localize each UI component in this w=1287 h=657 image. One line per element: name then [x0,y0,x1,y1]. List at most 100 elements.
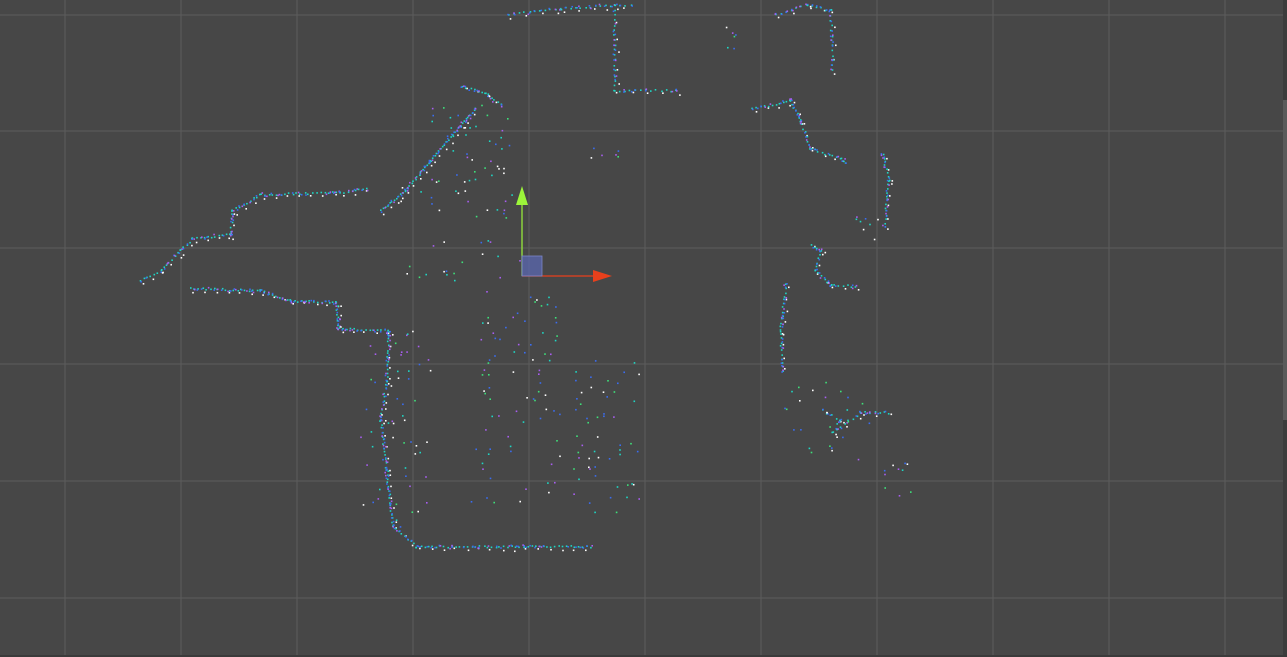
scan-point [799,5,801,8]
scan-point [386,363,389,366]
scan-point [507,13,509,16]
scan-point [792,103,795,106]
scan-point [494,337,497,340]
scan-point [399,530,401,532]
scan-point [486,209,489,211]
x-axis-arrow-icon[interactable] [593,270,612,282]
scan-point [395,521,398,523]
scan-point [654,89,657,91]
scan-point [570,545,573,547]
scan-point [268,291,270,294]
scan-point [466,116,469,119]
scan-point [140,281,142,283]
scan-point [831,447,833,449]
scan-point [213,289,215,291]
scan-point [229,226,232,229]
y-axis-arrow-icon[interactable] [516,186,528,205]
scan-point [799,113,801,116]
scan-point [525,546,527,549]
scene-canvas[interactable] [0,0,1287,657]
scan-point [554,339,557,342]
scan-point [869,223,871,226]
scan-point [260,193,262,195]
scan-point [889,195,891,197]
scan-point [389,474,392,476]
scan-point [587,421,589,424]
scan-point [246,290,248,292]
scan-point [814,246,816,249]
scan-point [789,100,792,102]
scan-point [805,136,807,138]
scan-point [885,212,887,215]
scan-point [336,308,339,310]
scan-point [619,453,621,456]
scan-point [888,184,890,186]
scan-point [312,192,314,194]
scan-point [538,373,540,375]
scan-point [781,311,784,314]
scan-point [349,329,351,332]
scan-point [291,192,294,194]
scan-point [818,264,821,267]
scan-point [299,193,301,195]
scan-point [448,139,450,142]
scan-point [857,458,860,461]
scan-point [236,209,239,211]
scan-point [324,191,327,194]
scan-point [632,483,635,486]
scan-point [614,33,617,36]
scan-point [431,120,433,123]
scan-point [567,546,569,548]
scan-point [386,332,388,334]
scan-point [596,436,599,438]
scan-point [885,190,888,192]
scan-point [537,548,539,550]
scan-point [446,135,449,137]
scan-point [255,202,257,204]
scan-point [780,342,783,345]
scan-point [263,290,266,293]
scan-point [381,424,383,426]
scan-point [460,121,463,124]
scan-point [386,352,389,354]
scan-point [340,305,342,307]
scan-point [205,289,207,291]
scan-point [278,193,281,196]
ground-grid [0,0,1287,657]
scan-point [675,88,678,91]
scrollbar-track[interactable] [1283,0,1287,657]
origin-box-icon[interactable] [521,255,543,277]
scan-point [383,438,386,440]
scan-point [381,414,383,416]
scan-point [461,122,464,124]
3d-viewport[interactable] [0,0,1287,657]
scan-point [420,170,423,172]
scan-point [390,385,393,387]
scrollbar-thumb[interactable] [1283,100,1287,420]
scan-point [614,75,616,78]
scan-point [863,414,865,416]
scan-point [531,545,534,547]
axes-gizmo[interactable] [516,186,612,282]
scan-point [382,443,384,445]
scan-point [513,12,515,14]
scan-point [809,146,811,148]
scan-point [830,20,833,23]
scan-point [496,209,499,211]
scan-point [784,368,786,370]
scan-point [385,388,388,390]
scan-point [402,403,404,406]
scan-point [785,297,788,299]
scan-point [609,496,612,499]
scan-point [467,115,470,117]
scan-point [782,100,784,102]
scan-point [813,148,816,151]
scan-point [503,167,505,170]
scan-point [410,441,412,443]
scan-point [384,435,386,437]
scan-point [414,399,416,402]
scan-point [546,303,549,306]
scan-point [831,69,834,71]
scan-point [481,91,483,94]
scan-point [785,408,788,411]
